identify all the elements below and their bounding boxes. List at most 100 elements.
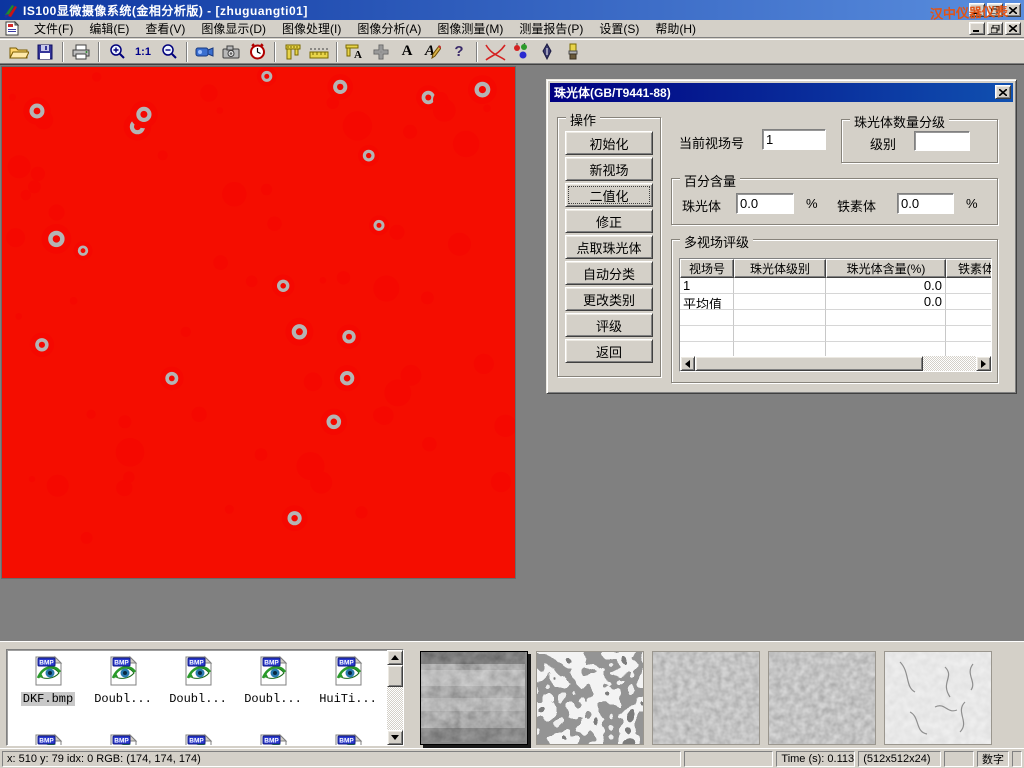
menu-view[interactable]: 查看(V) (137, 19, 193, 38)
zoom-out-icon[interactable] (156, 41, 182, 63)
app-logo-icon (3, 2, 19, 18)
new-field-button[interactable]: 新视场 (565, 157, 653, 181)
file-item[interactable]: BMP (161, 732, 235, 746)
close-button[interactable] (1005, 3, 1021, 17)
scroll-right-arrow[interactable] (976, 356, 991, 371)
minimize-button[interactable] (969, 3, 985, 17)
menu-image-analysis[interactable]: 图像分析(A) (349, 19, 429, 38)
table-row[interactable]: 1 0.0 (680, 278, 991, 294)
restore-button[interactable] (987, 3, 1003, 17)
thumbnail-3[interactable] (652, 651, 760, 745)
pearlite-percent-input[interactable] (737, 194, 793, 213)
table-row[interactable]: 平均值 0.0 (680, 294, 991, 310)
svg-text:A: A (354, 49, 362, 60)
bmp-file-icon: BMP (106, 654, 140, 688)
file-item[interactable]: BMP Doubl... (86, 654, 160, 706)
binarize-button[interactable]: 二值化 (565, 183, 653, 207)
save-icon[interactable] (32, 41, 58, 63)
scroll-thumb[interactable] (695, 356, 923, 371)
bottom-panel: BMP DKF.bmp BMP Doubl... BMP Doubl... BM… (0, 641, 1024, 748)
col-pearlite-content[interactable]: 珠光体含量(%) (826, 259, 946, 278)
annotate-tool-icon[interactable]: A (420, 41, 446, 63)
scroll-thumb[interactable] (387, 665, 403, 687)
status-empty-3 (1012, 751, 1022, 767)
current-field-input[interactable] (763, 130, 825, 149)
menu-image-measure[interactable]: 图像测量(M) (429, 19, 511, 38)
col-pearlite-grade[interactable]: 珠光体级别 (734, 259, 826, 278)
actual-size-icon[interactable]: 1:1 (130, 41, 156, 63)
ruler-icon[interactable] (306, 41, 332, 63)
initialize-button[interactable]: 初始化 (565, 131, 653, 155)
measure-text-icon[interactable]: A (342, 41, 368, 63)
grade-button[interactable]: 评级 (565, 313, 653, 337)
menu-file[interactable]: 文件(F) (26, 19, 81, 38)
open-file-icon[interactable] (6, 41, 32, 63)
zoom-in-icon[interactable] (104, 41, 130, 63)
ferrite-percent-input[interactable] (898, 194, 953, 213)
file-list-scrollbar[interactable] (387, 650, 403, 745)
menu-help[interactable]: 帮助(H) (647, 19, 704, 38)
cell-ferrite (946, 294, 992, 310)
grid-cross-icon[interactable] (368, 41, 394, 63)
toolbar-separator (476, 42, 478, 62)
col-field-number[interactable]: 视场号 (680, 259, 734, 278)
timer-clock-icon[interactable] (244, 41, 270, 63)
video-camera-icon[interactable] (192, 41, 218, 63)
menu-image-display[interactable]: 图像显示(D) (193, 19, 274, 38)
scroll-left-arrow[interactable] (680, 356, 695, 371)
child-minimize-button[interactable] (969, 22, 985, 35)
level-label: 级别 (870, 134, 896, 153)
scroll-up-arrow[interactable] (387, 650, 403, 665)
level-input-wrap (914, 131, 970, 151)
auto-classify-button[interactable]: 自动分类 (565, 261, 653, 285)
dialog-title-bar[interactable]: 珠光体(GB/T9441-88) (550, 83, 1013, 102)
change-class-button[interactable]: 更改类别 (565, 287, 653, 311)
col-ferrite[interactable]: 铁素体 (946, 259, 992, 278)
svg-text:BMP: BMP (39, 660, 54, 667)
brush-icon[interactable] (560, 41, 586, 63)
child-restore-button[interactable] (987, 22, 1003, 35)
file-item[interactable]: BMP Doubl... (161, 654, 235, 706)
correct-button[interactable]: 修正 (565, 209, 653, 233)
thumbnail-5[interactable] (884, 651, 992, 745)
svg-text:BMP: BMP (189, 660, 204, 667)
file-item[interactable]: BMP Doubl... (236, 654, 310, 706)
pick-pearlite-button[interactable]: 点取珠光体 (565, 235, 653, 259)
thumbnail-1[interactable] (420, 651, 528, 745)
file-name: Doubl... (92, 692, 154, 706)
pearlite-label: 珠光体 (682, 196, 721, 215)
mdi-workspace: 珠光体(GB/T9441-88) 操作 初始化 新视场 二值化 修正 点取珠光体… (0, 64, 1024, 641)
table-horizontal-scrollbar[interactable] (680, 356, 991, 371)
file-item[interactable]: BMP HuiTi... (311, 654, 385, 706)
file-item[interactable]: BMP (311, 732, 385, 746)
svg-text:BMP: BMP (339, 738, 354, 745)
bmp-file-icon: BMP (256, 654, 290, 688)
toolbar-separator (274, 42, 276, 62)
file-item[interactable]: BMP (86, 732, 160, 746)
menu-edit[interactable]: 编辑(E) (81, 19, 137, 38)
help-icon[interactable]: ? (446, 41, 472, 63)
caliper-icon[interactable] (280, 41, 306, 63)
svg-text:BMP: BMP (264, 660, 279, 667)
color-balls-icon[interactable] (508, 41, 534, 63)
menu-image-process[interactable]: 图像处理(I) (274, 19, 349, 38)
scroll-down-arrow[interactable] (387, 730, 403, 745)
dialog-close-button[interactable] (995, 85, 1011, 99)
curve-analysis-icon[interactable] (482, 41, 508, 63)
level-input[interactable] (915, 132, 969, 150)
return-button[interactable]: 返回 (565, 339, 653, 363)
camera-icon[interactable] (218, 41, 244, 63)
pen-icon[interactable] (534, 41, 560, 63)
file-item[interactable]: BMP DKF.bmp (11, 654, 85, 706)
child-close-button[interactable] (1005, 22, 1021, 35)
svg-text:BMP: BMP (339, 660, 354, 667)
thumbnail-2[interactable] (536, 651, 644, 745)
menu-measure-report[interactable]: 测量报告(P) (511, 19, 591, 38)
menu-settings[interactable]: 设置(S) (591, 19, 647, 38)
micrograph-image[interactable] (2, 67, 515, 578)
file-item[interactable]: BMP (11, 732, 85, 746)
file-item[interactable]: BMP (236, 732, 310, 746)
thumbnail-4[interactable] (768, 651, 876, 745)
print-icon[interactable] (68, 41, 94, 63)
text-tool-icon[interactable]: A (394, 41, 420, 63)
